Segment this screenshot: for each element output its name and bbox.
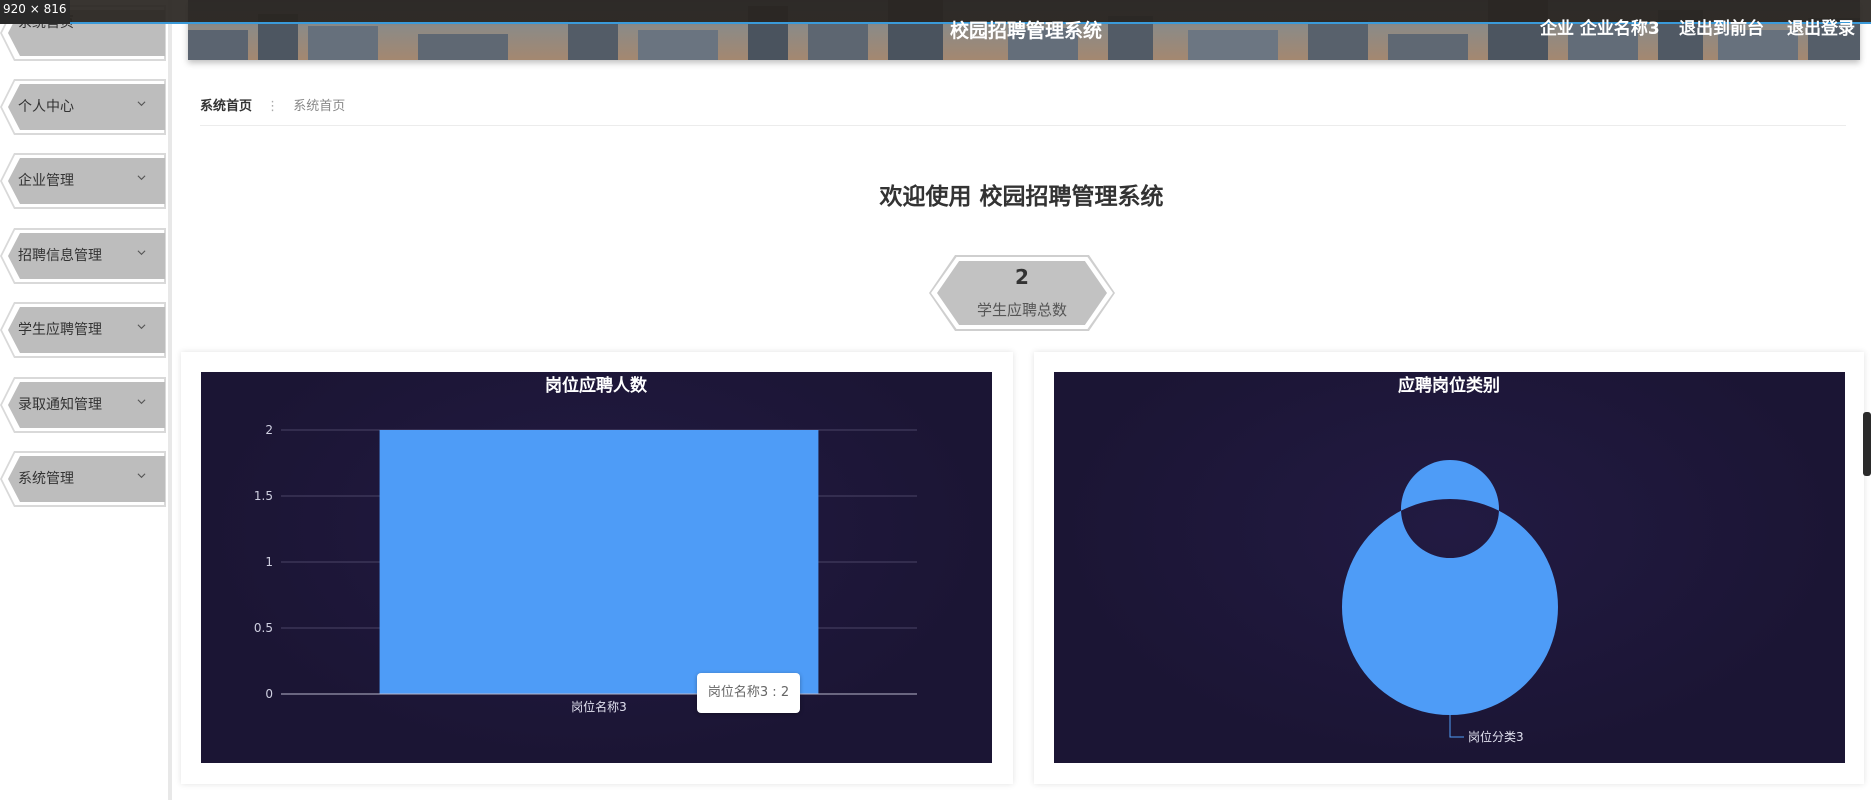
sidebar-item-recruitment[interactable]: 招聘信息管理 — [0, 228, 166, 284]
pie-chart-area: 应聘岗位类别 岗位分类3 — [1054, 372, 1845, 763]
bar-chart-area: 岗位应聘人数 0 0.5 1 1.5 2 岗位名称3 — [201, 372, 992, 763]
breadcrumb-home[interactable]: 系统首页 — [200, 99, 252, 114]
sidebar-item-label: 录取通知管理 — [18, 397, 102, 413]
sidebar-item-applications[interactable]: 学生应聘管理 — [0, 302, 166, 358]
chevron-down-icon — [137, 324, 146, 330]
stat-card: 2 学生应聘总数 — [929, 255, 1115, 331]
sidebar-item-admission[interactable]: 录取通知管理 — [0, 377, 166, 433]
sidebar-item-personal-center[interactable]: 个人中心 — [0, 79, 166, 135]
sidebar-item-company[interactable]: 企业管理 — [0, 153, 166, 209]
pie-slice — [1341, 460, 1558, 715]
y-tick-label: 0.5 — [254, 621, 273, 635]
bar-chart-card: 岗位应聘人数 0 0.5 1 1.5 2 岗位名称3 — [181, 352, 1013, 784]
page-title: 欢迎使用 校园招聘管理系统 — [879, 184, 1164, 210]
pie-label-line — [1449, 715, 1464, 738]
chart-title: 岗位应聘人数 — [545, 375, 648, 396]
sidebar-item-label: 学生应聘管理 — [18, 322, 102, 338]
pie-chart-card: 应聘岗位类别 岗位分类3 — [1034, 352, 1864, 784]
y-tick-label: 0 — [265, 687, 273, 701]
sidebar-item-label: 个人中心 — [18, 99, 74, 115]
pie-chart: 应聘岗位类别 岗位分类3 — [1341, 375, 1558, 744]
stat-label: 学生应聘总数 — [976, 301, 1067, 319]
sidebar-item-label: 招聘信息管理 — [18, 248, 102, 264]
scrollbar-handle[interactable] — [1863, 412, 1871, 476]
sidebar-item-label: 企业管理 — [18, 173, 74, 189]
sidebar-item-label: 系统管理 — [18, 471, 74, 487]
chart-title: 应聘岗位类别 — [1398, 375, 1500, 396]
logout-link[interactable]: 退出登录 — [1787, 14, 1855, 39]
bar-chart: 岗位应聘人数 0 0.5 1 1.5 2 岗位名称3 — [254, 375, 917, 714]
breadcrumb-current: 系统首页 — [293, 99, 346, 114]
y-tick-label: 1.5 — [254, 489, 273, 503]
chevron-down-icon — [137, 101, 146, 107]
y-tick-label: 2 — [265, 423, 273, 437]
app-title: 校园招聘管理系统 — [950, 20, 1103, 42]
size-readout: 920 × 816 — [0, 0, 70, 24]
breadcrumb-separator: ⋮ — [266, 99, 280, 114]
front-page-link[interactable]: 退出到前台 — [1679, 14, 1764, 39]
chevron-down-icon — [137, 473, 146, 479]
pie-label: 岗位分类3 — [1468, 729, 1524, 744]
sidebar: 系统首页 个人中心 企业管理 招聘信息管理 学生应聘管理 录取通知管理 系统管理 — [0, 0, 172, 800]
sidebar-item-system[interactable]: 系统管理 — [0, 451, 166, 507]
chevron-down-icon — [137, 399, 146, 405]
chevron-down-icon — [137, 175, 146, 181]
bar — [379, 430, 819, 694]
y-tick-label: 1 — [265, 555, 273, 569]
user-label: 企业 企业名称3 — [1540, 19, 1660, 39]
x-tick-label: 岗位名称3 — [571, 699, 627, 714]
breadcrumb-divider — [200, 125, 1846, 126]
breadcrumb: 系统首页 ⋮ 系统首页 — [200, 95, 345, 114]
chevron-down-icon — [137, 250, 146, 256]
chart-tooltip: 岗位名称3 : 2 — [697, 673, 800, 713]
stat-value: 2 — [1015, 265, 1029, 289]
